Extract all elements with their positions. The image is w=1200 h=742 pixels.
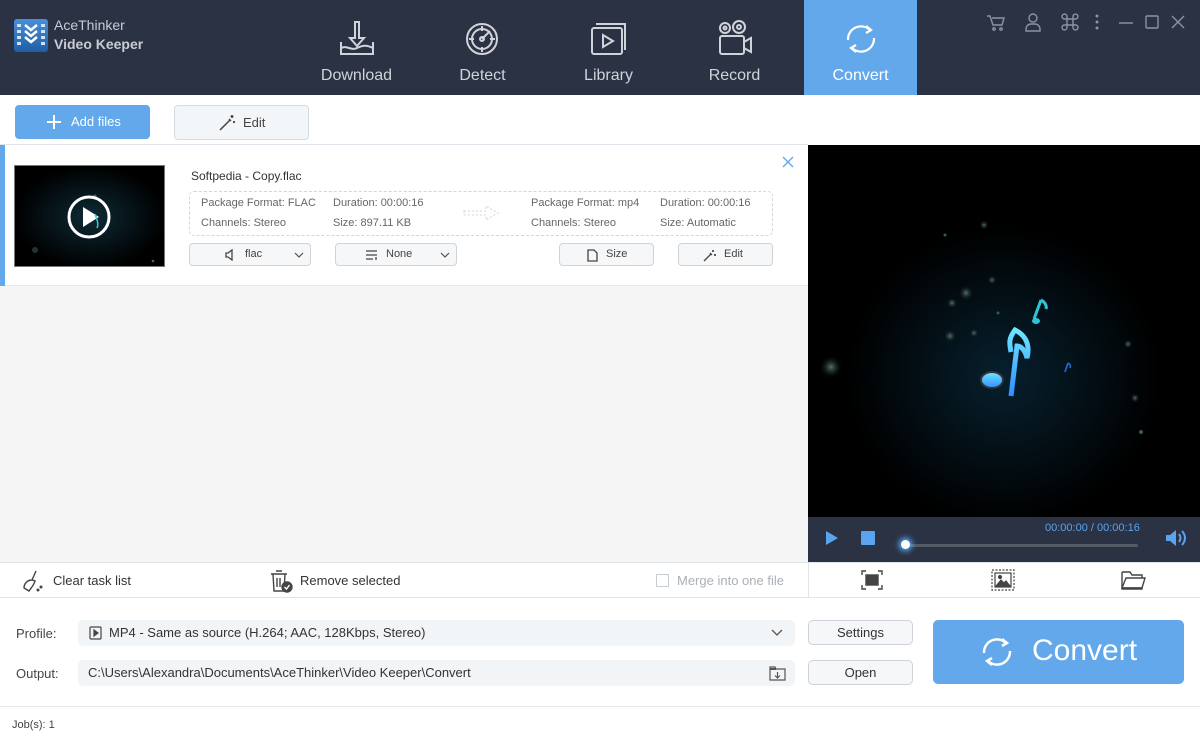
remove-selected-button[interactable]: Remove selected — [300, 573, 400, 588]
edit-file-label: Edit — [724, 248, 743, 260]
preview-screen — [808, 145, 1200, 517]
edit-file-button[interactable]: Edit — [678, 243, 773, 266]
subtitle-icon — [366, 250, 377, 260]
job-count: Job(s): 1 — [12, 719, 55, 731]
library-icon — [591, 23, 626, 55]
convert-button-label: Convert — [1032, 634, 1138, 667]
play-icon[interactable] — [825, 530, 839, 546]
convert-icon — [846, 25, 876, 53]
plus-icon — [47, 115, 61, 129]
file-name: Softpedia - Copy.flac — [191, 169, 302, 183]
target-duration: Duration: 00:00:16 — [660, 197, 751, 209]
tab-download[interactable]: Download — [300, 0, 413, 95]
video-file-icon — [89, 626, 102, 640]
magic-wand-icon — [703, 250, 716, 262]
seek-bar[interactable] — [904, 544, 1138, 547]
task-list-item[interactable]: Softpedia - Copy.flac Package Format: FL… — [0, 145, 808, 286]
music-note-artwork — [808, 145, 1200, 517]
download-icon — [340, 21, 374, 55]
tab-detect[interactable]: Detect — [426, 0, 539, 95]
tab-convert-label: Convert — [832, 67, 889, 84]
action-bar: Clear task list Remove selected Merge in… — [0, 562, 1200, 598]
playback-time: 00:00:00 / 00:00:16 — [1045, 522, 1140, 534]
convert-icon — [982, 638, 1012, 666]
subtitle-select[interactable]: None — [335, 243, 457, 266]
tab-record[interactable]: Record — [678, 0, 791, 95]
app-logo-icon — [14, 19, 48, 52]
size-button[interactable]: Size — [559, 243, 654, 266]
tab-detect-label: Detect — [459, 67, 506, 84]
speaker-icon — [225, 249, 233, 261]
product-name: Video Keeper — [54, 36, 144, 52]
target-size: Size: Automatic — [660, 217, 736, 229]
tab-record-label: Record — [708, 67, 761, 84]
audio-track-select[interactable]: flac — [189, 243, 311, 266]
chevron-down-icon — [440, 252, 450, 258]
maximize-icon[interactable] — [1142, 12, 1162, 32]
detect-icon — [466, 23, 498, 55]
convert-button[interactable]: Convert — [933, 620, 1184, 684]
tab-library[interactable]: Library — [552, 0, 665, 95]
target-channels: Channels: Stereo — [531, 217, 616, 229]
profile-value: MP4 - Same as source (H.264; AAC, 128Kbp… — [109, 625, 426, 640]
user-icon[interactable] — [1023, 12, 1043, 32]
tab-download-label: Download — [320, 67, 393, 84]
audio-track-value: flac — [245, 248, 263, 260]
merge-label: Merge into one file — [677, 573, 784, 588]
stop-icon[interactable] — [861, 531, 875, 545]
more-icon[interactable] — [1087, 12, 1107, 32]
clear-task-list-button[interactable]: Clear task list — [53, 573, 131, 588]
record-icon — [719, 20, 752, 55]
selected-indicator — [0, 145, 5, 286]
tab-convert[interactable]: Convert — [804, 0, 917, 95]
tab-library-label: Library — [584, 67, 633, 84]
fullscreen-icon[interactable] — [860, 569, 884, 591]
status-divider — [0, 706, 1200, 707]
action-divider — [808, 563, 809, 598]
edit-label: Edit — [243, 115, 266, 130]
magic-wand-icon — [219, 115, 235, 131]
source-size: Size: 897.11 KB — [333, 217, 412, 229]
minimize-icon[interactable] — [1116, 12, 1136, 32]
source-format: Package Format: FLAC — [201, 197, 316, 209]
cart-icon[interactable] — [986, 12, 1006, 32]
output-label: Output: — [16, 666, 59, 681]
brand-name: AceThinker — [54, 17, 125, 33]
add-files-label: Add files — [71, 114, 121, 129]
app-window: AceThinker Video Keeper Download Detect … — [0, 0, 1200, 742]
source-channels: Channels: Stereo — [201, 217, 286, 229]
file-info-box: Package Format: FLAC Duration: 00:00:16 … — [189, 191, 773, 236]
open-folder-icon[interactable] — [1120, 569, 1146, 591]
profile-select[interactable]: MP4 - Same as source (H.264; AAC, 128Kbp… — [78, 620, 795, 646]
volume-icon[interactable] — [1165, 529, 1187, 547]
close-icon[interactable] — [1168, 12, 1188, 32]
file-thumbnail[interactable] — [14, 165, 165, 267]
seek-handle[interactable] — [901, 540, 910, 549]
output-path-field[interactable]: C:\Users\Alexandra\Documents\AceThinker\… — [78, 660, 795, 686]
chevron-down-icon — [771, 629, 783, 636]
output-path-value: C:\Users\Alexandra\Documents\AceThinker\… — [88, 665, 471, 680]
broom-icon — [23, 570, 43, 592]
folder-download-icon[interactable] — [769, 665, 786, 681]
header-bar: AceThinker Video Keeper Download Detect … — [0, 0, 1200, 95]
open-folder-button[interactable]: Open — [808, 660, 913, 685]
snapshot-icon[interactable] — [991, 569, 1015, 591]
subtitle-value: None — [386, 248, 413, 260]
trash-icon — [271, 570, 293, 593]
size-label: Size — [606, 248, 628, 260]
add-files-button[interactable]: Add files — [15, 105, 150, 139]
target-format: Package Format: mp4 — [531, 197, 640, 209]
arrow-right-icon — [463, 205, 499, 221]
source-duration: Duration: 00:00:16 — [333, 197, 424, 209]
settings-button[interactable]: Settings — [808, 620, 913, 645]
merge-checkbox[interactable] — [656, 574, 669, 587]
document-icon — [587, 249, 598, 262]
remove-file-icon[interactable] — [781, 155, 795, 169]
command-icon[interactable] — [1060, 12, 1080, 32]
edit-button[interactable]: Edit — [174, 105, 309, 140]
chevron-down-icon — [294, 252, 304, 258]
player-controls: 00:00:00 / 00:00:16 — [808, 517, 1200, 562]
profile-label: Profile: — [16, 626, 57, 641]
